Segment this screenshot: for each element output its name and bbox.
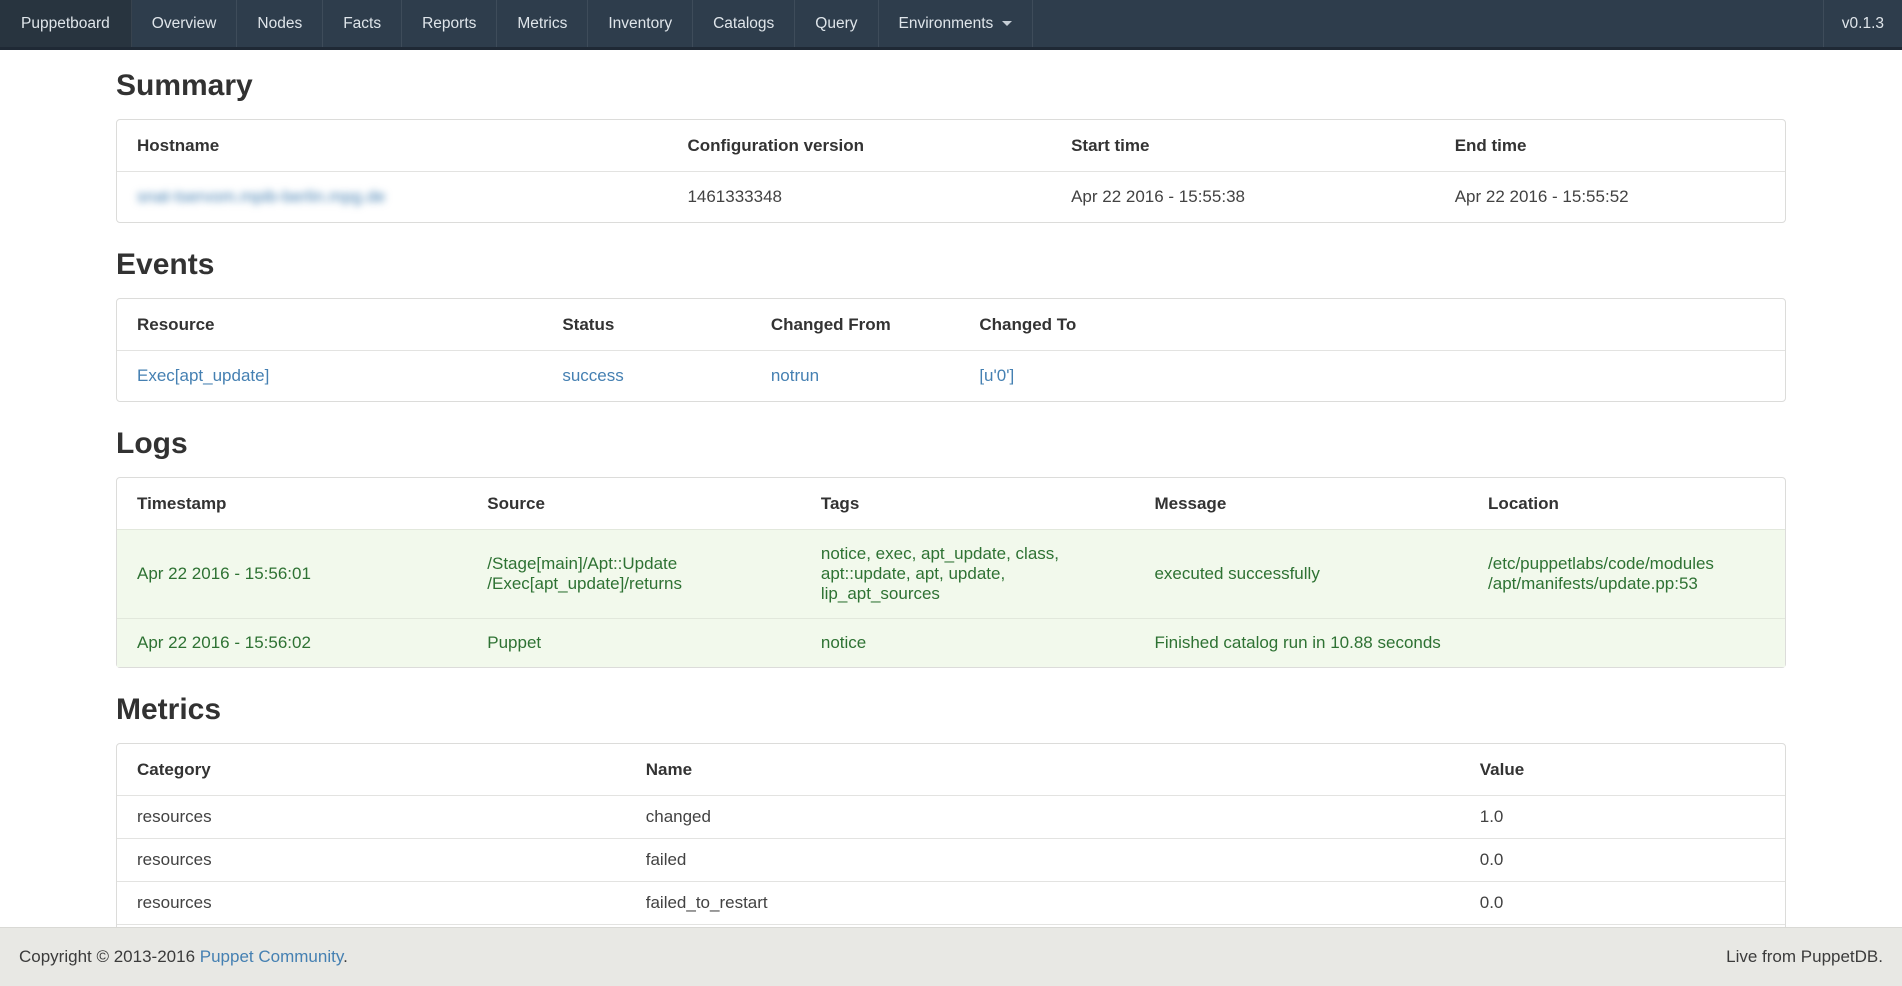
summary-col-start-time: Start time: [1051, 120, 1435, 171]
logs-header-row: Timestamp Source Tags Message Location: [117, 478, 1785, 529]
event-resource-cell: Exec[apt_update]: [117, 350, 542, 401]
metric-row: resources failed_to_restart 0.0: [117, 881, 1785, 924]
events-col-changed-to: Changed To: [959, 299, 1785, 350]
event-changed-to-link[interactable]: [u'0']: [979, 366, 1014, 385]
summary-table: Hostname Configuration version Start tim…: [116, 119, 1786, 223]
metric-name-cell: failed_to_restart: [626, 881, 1460, 924]
nav-brand-label: Puppetboard: [21, 15, 110, 33]
nav-item-catalogs-label: Catalogs: [713, 15, 774, 33]
log-tags-cell: notice: [801, 618, 1135, 667]
navbar-spacer: [1033, 0, 1822, 47]
summary-col-end-time: End time: [1435, 120, 1785, 171]
version-label: v0.1.3: [1842, 15, 1884, 33]
summary-configuration-version-cell: 1461333348: [667, 171, 1051, 222]
summary-start-time-cell: Apr 22 2016 - 15:55:38: [1051, 171, 1435, 222]
version-badge: v0.1.3: [1823, 0, 1902, 47]
logs-col-message: Message: [1134, 478, 1468, 529]
metric-category-cell: resources: [117, 881, 626, 924]
metric-name-cell: changed: [626, 795, 1460, 838]
metric-name-cell: failed: [626, 838, 1460, 881]
event-changed-from-cell: notrun: [751, 350, 960, 401]
metrics-col-name: Name: [626, 744, 1460, 795]
nav-item-inventory[interactable]: Inventory: [588, 0, 693, 47]
footer-copyright-prefix: Copyright © 2013-2016: [19, 947, 200, 966]
nav-item-nodes-label: Nodes: [257, 15, 302, 33]
summary-col-hostname: Hostname: [117, 120, 667, 171]
log-message-cell: Finished catalog run in 10.88 seconds: [1134, 618, 1468, 667]
main-content: Summary Hostname Configuration version S…: [116, 70, 1786, 937]
nav-brand-puppetboard[interactable]: Puppetboard: [0, 0, 132, 47]
nav-item-query[interactable]: Query: [795, 0, 878, 47]
metric-value-cell: 1.0: [1460, 795, 1785, 838]
nav-item-catalogs[interactable]: Catalogs: [693, 0, 795, 47]
events-col-resource: Resource: [117, 299, 542, 350]
nav-item-nodes[interactable]: Nodes: [237, 0, 323, 47]
logs-table: Timestamp Source Tags Message Location A…: [116, 477, 1786, 668]
event-status-link[interactable]: success: [562, 366, 623, 385]
nav-item-reports[interactable]: Reports: [402, 0, 497, 47]
summary-heading: Summary: [116, 70, 1786, 102]
events-col-changed-from: Changed From: [751, 299, 960, 350]
nav-item-metrics[interactable]: Metrics: [497, 0, 588, 47]
metric-row: resources failed 0.0: [117, 838, 1785, 881]
event-status-cell: success: [542, 350, 751, 401]
metric-value-cell: 0.0: [1460, 881, 1785, 924]
nav-item-facts-label: Facts: [343, 15, 381, 33]
logs-col-location: Location: [1468, 478, 1785, 529]
event-row: Exec[apt_update] success notrun [u'0']: [117, 350, 1785, 401]
log-row: Apr 22 2016 - 15:56:01 /Stage[main]/Apt:…: [117, 529, 1785, 618]
hostname-link[interactable]: snat-tservom.mpib-berlin.mpg.de: [137, 187, 385, 206]
summary-col-configuration-version: Configuration version: [667, 120, 1051, 171]
logs-heading: Logs: [116, 428, 1786, 460]
logs-col-source: Source: [467, 478, 801, 529]
metrics-col-category: Category: [117, 744, 626, 795]
log-location-cell: /etc/puppetlabs/code/modules /apt/manife…: [1468, 529, 1785, 618]
events-col-status: Status: [542, 299, 751, 350]
nav-item-facts[interactable]: Facts: [323, 0, 402, 47]
event-changed-to-cell: [u'0']: [959, 350, 1785, 401]
chevron-down-icon: [1002, 21, 1012, 26]
log-timestamp-cell: Apr 22 2016 - 15:56:01: [117, 529, 467, 618]
log-row: Apr 22 2016 - 15:56:02 Puppet notice Fin…: [117, 618, 1785, 667]
events-table: Resource Status Changed From Changed To …: [116, 298, 1786, 402]
top-navbar: Puppetboard Overview Nodes Facts Reports…: [0, 0, 1902, 50]
nav-item-query-label: Query: [815, 15, 857, 33]
nav-item-metrics-label: Metrics: [517, 15, 567, 33]
nav-item-overview-label: Overview: [152, 15, 217, 33]
log-timestamp-cell: Apr 22 2016 - 15:56:02: [117, 618, 467, 667]
footer-source-note: Live from PuppetDB.: [1726, 947, 1883, 967]
summary-row: snat-tservom.mpib-berlin.mpg.de 14613333…: [117, 171, 1785, 222]
metrics-col-value: Value: [1460, 744, 1785, 795]
summary-hostname-cell: snat-tservom.mpib-berlin.mpg.de: [117, 171, 667, 222]
logs-col-timestamp: Timestamp: [117, 478, 467, 529]
events-heading: Events: [116, 249, 1786, 281]
log-tags-cell: notice, exec, apt_update, class, apt::up…: [801, 529, 1135, 618]
event-resource-link[interactable]: Exec[apt_update]: [137, 366, 269, 385]
log-location-cell: [1468, 618, 1785, 667]
metric-category-cell: resources: [117, 795, 626, 838]
nav-item-overview[interactable]: Overview: [132, 0, 238, 47]
events-header-row: Resource Status Changed From Changed To: [117, 299, 1785, 350]
nav-item-inventory-label: Inventory: [608, 15, 672, 33]
log-source-cell: /Stage[main]/Apt::Update /Exec[apt_updat…: [467, 529, 801, 618]
footer-copyright: Copyright © 2013-2016 Puppet Community.: [19, 947, 348, 967]
metrics-header-row: Category Name Value: [117, 744, 1785, 795]
page-footer: Copyright © 2013-2016 Puppet Community. …: [0, 927, 1902, 986]
event-changed-from-link[interactable]: notrun: [771, 366, 819, 385]
summary-header-row: Hostname Configuration version Start tim…: [117, 120, 1785, 171]
environments-dropdown[interactable]: Environments: [879, 0, 1034, 47]
metric-value-cell: 0.0: [1460, 838, 1785, 881]
nav-item-reports-label: Reports: [422, 15, 476, 33]
metric-category-cell: resources: [117, 838, 626, 881]
summary-end-time-cell: Apr 22 2016 - 15:55:52: [1435, 171, 1785, 222]
environments-dropdown-label: Environments: [899, 15, 994, 33]
log-message-cell: executed successfully: [1134, 529, 1468, 618]
metric-row: resources changed 1.0: [117, 795, 1785, 838]
metrics-table: Category Name Value resources changed 1.…: [116, 743, 1786, 937]
footer-copyright-suffix: .: [343, 947, 348, 966]
log-source-cell: Puppet: [467, 618, 801, 667]
puppet-community-link[interactable]: Puppet Community: [200, 947, 343, 966]
logs-col-tags: Tags: [801, 478, 1135, 529]
metrics-heading: Metrics: [116, 694, 1786, 726]
